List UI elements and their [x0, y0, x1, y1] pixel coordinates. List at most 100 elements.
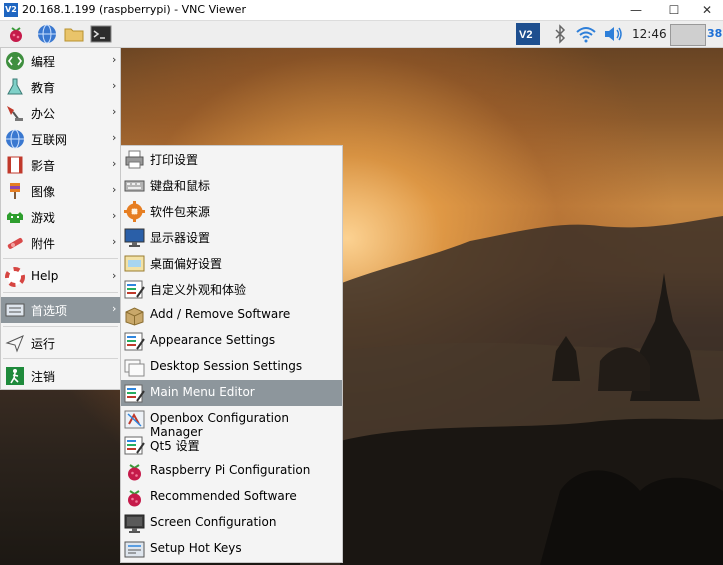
education-icon [7, 78, 23, 95]
menu-item-logout[interactable]: 注销 [1, 363, 120, 389]
internet-icon [6, 129, 24, 149]
submenu-item-label: Add / Remove Software [150, 307, 291, 321]
chevron-right-icon: › [112, 183, 117, 196]
games-icon [7, 212, 23, 223]
submenu-item-label: Raspberry Pi Configuration [150, 463, 311, 477]
submenu-item-qt5-settings[interactable]: Qt5 设置 [121, 432, 342, 458]
media-icon [7, 156, 23, 174]
programming-icon [6, 52, 24, 70]
menu-item-office[interactable]: 办公 › [1, 100, 120, 126]
hotkeys-icon [124, 541, 145, 558]
preferences-icon [5, 303, 25, 317]
menu-item-label: 编程 [31, 55, 56, 69]
window-titlebar[interactable]: V2 20.168.1.199 (raspberrypi) - VNC View… [0, 0, 723, 21]
submenu-item-label: 打印设置 [150, 153, 199, 167]
appearance-icon [124, 332, 145, 351]
menu-item-label: 注销 [31, 370, 56, 384]
preferences-submenu: 打印设置 键盘和鼠标 软件包来源 显示器设置 桌面偏好设置 自定义外观和体验 A… [120, 145, 343, 563]
submenu-item-appearance-settings[interactable]: Appearance Settings [121, 328, 342, 354]
submenu-item-label: Desktop Session Settings [150, 359, 303, 373]
package-icon [125, 307, 144, 326]
taskbar: V2 12:46 38 [0, 21, 723, 48]
submenu-item-display-settings[interactable]: 显示器设置 [121, 224, 342, 250]
submenu-item-label: 显示器设置 [150, 231, 211, 245]
chevron-right-icon: › [112, 302, 117, 315]
menu-item-label: 图像 [31, 185, 56, 199]
submenu-item-setup-hot-keys[interactable]: Setup Hot Keys [121, 536, 342, 562]
menu-item-preferences[interactable]: 首选项 › [1, 297, 120, 323]
submenu-item-openbox-config[interactable]: Openbox Configuration Manager [121, 406, 342, 439]
submenu-item-label: Appearance Settings [150, 333, 276, 347]
chevron-right-icon: › [112, 53, 117, 66]
menu-item-label: 影音 [31, 159, 56, 173]
svg-text:V2: V2 [519, 29, 532, 41]
submenu-item-label: 键盘和鼠标 [150, 179, 211, 193]
submenu-item-print-settings[interactable]: 打印设置 [121, 146, 342, 172]
menu-separator [3, 292, 118, 293]
recommended-icon [128, 490, 141, 507]
submenu-item-software-sources[interactable]: 软件包来源 [121, 198, 342, 224]
maximize-button[interactable]: ☐ [657, 0, 691, 20]
submenu-item-keyboard-mouse[interactable]: 键盘和鼠标 [121, 172, 342, 198]
accessories-icon [7, 238, 23, 249]
submenu-item-label: 软件包来源 [150, 205, 211, 219]
chevron-right-icon: › [112, 79, 117, 92]
screen-config-icon [124, 514, 145, 533]
menu-item-games[interactable]: 游戏 › [1, 204, 120, 230]
terminal-icon[interactable] [90, 23, 112, 45]
submenu-item-label: Setup Hot Keys [150, 541, 242, 555]
menu-item-label: 首选项 [31, 304, 68, 318]
qt5-icon [124, 436, 145, 455]
chevron-right-icon: › [112, 209, 117, 222]
minimize-button[interactable]: — [619, 0, 653, 20]
chevron-right-icon: › [112, 235, 117, 248]
raspberry-icon[interactable] [5, 23, 27, 45]
menu-item-label: 游戏 [31, 211, 56, 225]
submenu-item-main-menu-editor[interactable]: Main Menu Editor [121, 380, 342, 406]
volume-icon[interactable] [602, 23, 624, 45]
vnc-viewer-icon: V2 [4, 3, 18, 17]
office-icon [7, 106, 23, 121]
submenu-item-desktop-preferences[interactable]: 桌面偏好设置 [121, 250, 342, 276]
submenu-item-add-remove-software[interactable]: Add / Remove Software [121, 302, 342, 328]
menu-item-label: 附件 [31, 237, 56, 251]
submenu-item-screen-configuration[interactable]: Screen Configuration [121, 510, 342, 536]
globe-icon[interactable] [36, 23, 58, 45]
graphics-icon [10, 183, 20, 199]
submenu-item-recommended-software[interactable]: Recommended Software [121, 484, 342, 510]
logout-icon [6, 367, 24, 385]
folder-icon[interactable] [63, 23, 85, 45]
wifi-icon[interactable] [575, 23, 597, 45]
submenu-item-raspberry-pi-config[interactable]: Raspberry Pi Configuration [121, 458, 342, 484]
chevron-right-icon: › [112, 269, 117, 282]
cpu-monitor[interactable] [670, 24, 706, 46]
menu-item-media[interactable]: 影音 › [1, 152, 120, 178]
clock[interactable]: 12:46 [632, 27, 667, 41]
raspberry-config-icon [128, 464, 141, 481]
menu-item-label: 办公 [31, 107, 56, 121]
bluetooth-icon[interactable] [549, 23, 571, 45]
submenu-item-label: Recommended Software [150, 489, 297, 503]
menu-item-graphics[interactable]: 图像 › [1, 178, 120, 204]
menu-item-programming[interactable]: 编程 › [1, 48, 120, 74]
menu-item-internet[interactable]: 互联网 › [1, 126, 120, 152]
monitor-icon [124, 228, 145, 247]
menu-item-education[interactable]: 教育 › [1, 74, 120, 100]
cpu-value: 38 [707, 27, 723, 40]
software-sources-icon [124, 201, 145, 222]
submenu-item-customize-look[interactable]: 自定义外观和体验 [121, 276, 342, 302]
help-icon [5, 267, 25, 287]
submenu-item-label: Screen Configuration [150, 515, 277, 529]
menu-separator [3, 258, 118, 259]
menu-item-run[interactable]: 运行 [1, 330, 120, 356]
menu-item-help[interactable]: Help › [1, 264, 120, 290]
close-button[interactable]: ✕ [690, 0, 723, 20]
chevron-right-icon: › [112, 131, 117, 144]
vnc-icon[interactable]: V2 [516, 23, 540, 45]
submenu-item-desktop-session-settings[interactable]: Desktop Session Settings [121, 354, 342, 380]
submenu-item-label: Qt5 设置 [150, 439, 200, 453]
menu-editor-icon [124, 384, 145, 403]
menu-item-accessories[interactable]: 附件 › [1, 230, 120, 256]
printer-icon [125, 150, 144, 169]
run-icon [5, 335, 24, 353]
